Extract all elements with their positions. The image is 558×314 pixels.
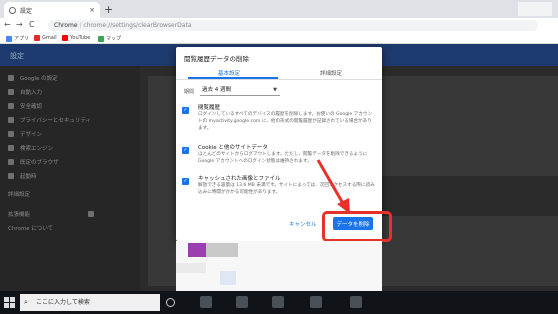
settings-gear-icon (9, 6, 16, 14)
windows-taskbar: ⌕ ここに入力して検索 (0, 291, 558, 314)
option-description: 解放できる容量は 13.6 MB 未満です。サイトによっては、次回アクセスする際… (198, 183, 375, 195)
sidebar-item-label: 自動入力 (20, 90, 43, 96)
sidebar-item-about[interactable]: Chrome について (8, 224, 53, 232)
sidebar-item-label: 安全確認 (20, 104, 43, 110)
blurred-block (206, 243, 238, 257)
active-tab-indicator (188, 77, 278, 79)
highlight-box (322, 211, 392, 242)
tab-close-icon[interactable]: × (89, 6, 95, 14)
bookmark-maps[interactable]: マップ (98, 35, 121, 42)
back-icon[interactable]: ← (4, 20, 11, 29)
taskbar-app-icon[interactable] (272, 296, 284, 308)
blurred-block (188, 243, 206, 257)
taskbar-search-placeholder: ここに入力して検索 (36, 299, 90, 306)
sidebar-item-label: Chrome について (8, 226, 54, 232)
address-bar[interactable]: Chrome | chrome://settings/clearBrowserD… (48, 20, 538, 31)
windows-start-icon[interactable] (4, 297, 15, 308)
sidebar-item-appearance[interactable]: デザイン (8, 130, 42, 138)
sidebar-item-label: 検索エンジン (20, 146, 54, 152)
sidebar-item-label: デザイン (20, 132, 43, 138)
maps-icon (98, 35, 104, 42)
search-icon: ⌕ (24, 298, 28, 306)
settings-sidebar: Google の設定 自動入力 安全確認 プライバシーとセキュリティ デザイン … (0, 66, 140, 291)
settings-card-left (148, 76, 176, 236)
youtube-icon (62, 35, 68, 41)
blurred-block (220, 271, 236, 285)
sidebar-item-label: 起動時 (20, 174, 37, 180)
bookmark-label: Gmail (42, 35, 57, 41)
page-title: 設定 (10, 52, 24, 60)
dialog-title: 閲覧履歴データの削除 (184, 55, 249, 63)
bookmark-label: YouTube (70, 35, 91, 41)
cache-checkbox[interactable]: ✓ (182, 178, 189, 185)
sidebar-item-advanced[interactable]: 詳細設定 (8, 190, 30, 198)
sidebar-item-label: 既定のブラウザ (20, 160, 59, 166)
power-icon (8, 173, 14, 179)
cancel-button[interactable]: キャンセル (289, 220, 317, 228)
browser-icon (8, 159, 14, 165)
sidebar-item-autofill[interactable]: 自動入力 (8, 88, 42, 96)
blurred-block (176, 263, 206, 273)
external-link-icon (88, 211, 95, 217)
reload-icon[interactable]: C (29, 20, 35, 29)
taskbar-app-icon[interactable] (310, 296, 322, 308)
option-title: Cookie と他のサイトデータ (198, 145, 268, 151)
cortana-icon[interactable] (166, 298, 175, 307)
history-checkbox[interactable]: ✓ (182, 107, 189, 114)
option-title: キャッシュされた画像とファイル (198, 176, 281, 182)
palette-icon (8, 131, 14, 137)
bookmark-gmail[interactable]: Gmail (34, 35, 57, 41)
time-range-select[interactable]: 過去 4 週間 ▼ (200, 84, 280, 96)
window-controls (518, 2, 552, 16)
sidebar-item-default-browser[interactable]: 既定のブラウザ (8, 158, 59, 166)
search-icon (8, 145, 14, 151)
sidebar-item-label: 拡張機能 (8, 212, 31, 218)
shield-icon (8, 103, 14, 109)
bookmark-youtube[interactable]: YouTube (62, 35, 90, 41)
forward-icon[interactable]: → (16, 20, 23, 29)
tab-advanced[interactable]: 詳細設定 (320, 69, 342, 77)
bookmarks-bar: アプリ Gmail YouTube マップ (0, 32, 558, 44)
sidebar-item-label: プライバシーとセキュリティ (20, 118, 92, 124)
tab-divider (176, 79, 382, 80)
sidebar-item-label: Google の設定 (20, 76, 58, 82)
sidebar-item-label: 詳細設定 (8, 192, 31, 198)
sidebar-item-startup[interactable]: 起動時 (8, 172, 37, 180)
taskbar-app-icon[interactable] (236, 296, 248, 308)
cookies-checkbox[interactable]: ✓ (182, 147, 189, 154)
tab-title: 設定 (20, 7, 33, 15)
obscured-area (176, 241, 382, 291)
lock-icon (8, 117, 14, 123)
period-label: 期間 (184, 89, 195, 95)
chevron-down-icon: ▼ (273, 87, 277, 93)
address-path: chrome://settings/clearBrowserData (83, 22, 192, 29)
sidebar-item-safety[interactable]: 安全確認 (8, 102, 42, 110)
taskbar-app-icon[interactable] (200, 296, 212, 308)
tab-strip: 設定 × + (0, 0, 558, 18)
option-description: ログインしているすべてのデバイスの履歴を削除します。お使いの Google アカ… (198, 112, 373, 131)
new-tab-button[interactable]: + (104, 3, 113, 16)
toolbar: ← → C Chrome | chrome://settings/clearBr… (0, 18, 558, 32)
option-title: 閲覧履歴 (198, 105, 221, 111)
bookmark-label: アプリ (14, 36, 30, 42)
tab-basic[interactable]: 基本設定 (218, 69, 240, 77)
autofill-icon (8, 89, 14, 95)
apps-grid-icon (6, 35, 12, 42)
sidebar-item-extensions[interactable]: 拡張機能 (8, 210, 95, 218)
tab-settings[interactable]: 設定 × (4, 2, 100, 18)
sidebar-item-search[interactable]: 検索エンジン (8, 144, 53, 152)
bookmark-label: マップ (106, 36, 122, 42)
bookmark-apps[interactable]: アプリ (6, 35, 29, 42)
settings-card-right (382, 76, 558, 176)
taskbar-app-icon[interactable] (350, 296, 362, 308)
time-range-value: 過去 4 週間 (202, 87, 231, 93)
sidebar-item-privacy[interactable]: プライバシーとセキュリティ (8, 116, 91, 124)
person-icon (8, 75, 14, 81)
address-site: Chrome (54, 22, 78, 29)
option-description: ほとんどのサイトからログアウトします。ただし、閲覧データを削除できるように Go… (198, 152, 368, 164)
gmail-icon (34, 35, 40, 41)
taskbar-search[interactable]: ⌕ ここに入力して検索 (20, 294, 160, 311)
sidebar-item-google[interactable]: Google の設定 (8, 74, 58, 82)
